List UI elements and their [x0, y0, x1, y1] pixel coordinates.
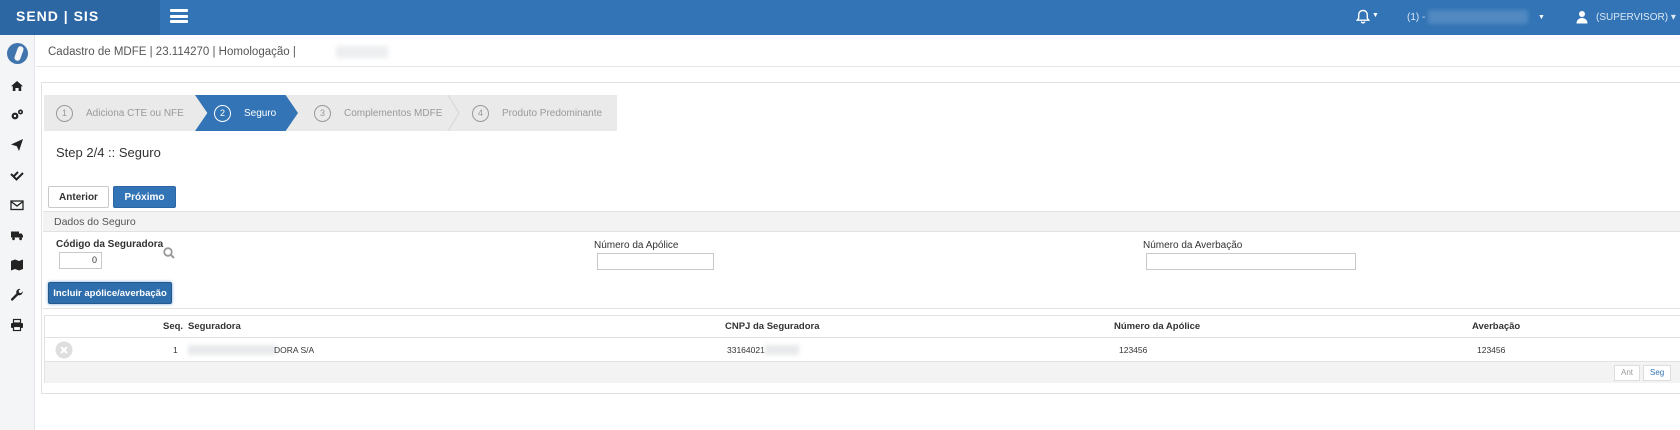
cell-redacted: [765, 345, 799, 355]
cell-cnpj: 33164021: [727, 345, 765, 355]
page-title: Cadastro de MDFE | 23.114270 | Homologaç…: [48, 46, 296, 58]
check-double-icon[interactable]: [10, 168, 24, 182]
step-label: Complementos MDFE: [344, 107, 443, 119]
next-button[interactable]: Próximo: [113, 186, 176, 208]
gears-icon[interactable]: [10, 108, 24, 122]
step-label: Produto Predominante: [502, 107, 603, 119]
envelope-icon[interactable]: [10, 198, 24, 212]
wizard-step-3[interactable]: 3 Complementos MDFE: [314, 95, 442, 131]
user-role: (SUPERVISOR): [1596, 12, 1669, 23]
column-header-apolice[interactable]: Número da Apólice: [1114, 316, 1200, 338]
wizard-step-1[interactable]: 1 Adiciona CTE ou NFE: [56, 95, 184, 131]
step-label: Seguro: [244, 107, 277, 119]
home-icon[interactable]: [10, 79, 24, 93]
truck-icon[interactable]: [10, 228, 24, 242]
include-apolice-button[interactable]: Incluir apólice/averbação: [48, 282, 172, 304]
search-icon[interactable]: [163, 247, 175, 259]
print-icon[interactable]: [10, 318, 24, 332]
divider: [43, 308, 1680, 309]
page-title-redacted: [336, 46, 388, 58]
table-row: 1 DORA S/A 33164021 123456 123456: [45, 338, 1680, 362]
page-header: Cadastro de MDFE | 23.114270 | Homologaç…: [36, 35, 1680, 67]
remove-row-icon[interactable]: [55, 341, 73, 359]
seguro-table: Seq. Seguradora CNPJ da Seguradora Númer…: [44, 315, 1680, 383]
chevron-down-icon[interactable]: ▼: [1538, 14, 1545, 21]
menu-toggle-icon[interactable]: [170, 9, 188, 23]
cell-apolice: 123456: [1119, 345, 1148, 355]
user-menu[interactable]: (SUPERVISOR) ▾: [1596, 0, 1676, 35]
wizard-step-4[interactable]: 4 Produto Predominante: [472, 95, 602, 131]
column-header-cnpj[interactable]: CNPJ da Seguradora: [725, 316, 820, 338]
cell-seq: 1: [173, 345, 178, 355]
top-bar: SEND | SIS ▼ (1) - ▼ (SUPERVISOR) ▾: [0, 0, 1680, 35]
step-label: Adiciona CTE ou NFE: [86, 107, 184, 119]
sidebar: [0, 35, 35, 430]
cell-seguradora: DORA S/A: [274, 345, 315, 355]
wrench-icon[interactable]: [10, 288, 24, 302]
previous-button[interactable]: Anterior: [48, 186, 109, 208]
section-title: Dados do Seguro: [54, 216, 136, 228]
wizard-step-2[interactable]: 2 Seguro: [214, 95, 276, 131]
wizard-separator: [447, 95, 460, 131]
chevron-down-icon[interactable]: ▼: [1372, 12, 1379, 19]
step-number: 3: [314, 104, 331, 122]
send-icon[interactable]: [10, 138, 24, 152]
averbacao-label: Número da Averbação: [1143, 240, 1243, 251]
pager-prev-button[interactable]: Ant: [1614, 365, 1641, 381]
company-name-redacted: [1428, 10, 1528, 24]
column-header-averbacao[interactable]: Averbação: [1472, 316, 1520, 338]
codigo-input[interactable]: 0: [59, 252, 102, 269]
step-number: 4: [472, 104, 489, 122]
codigo-label: Código da Seguradora: [56, 239, 164, 250]
app-logo[interactable]: [7, 43, 28, 64]
averbacao-input[interactable]: [1146, 253, 1356, 270]
section-header: Dados do Seguro: [43, 211, 1680, 232]
table-footer: Ant Seg: [45, 362, 1680, 383]
pager-next-button[interactable]: Seg: [1643, 365, 1672, 381]
cell-redacted: [188, 345, 276, 355]
column-header-seguradora[interactable]: Seguradora: [188, 316, 241, 338]
step-number: 2: [214, 104, 231, 122]
map-icon[interactable]: [10, 258, 24, 272]
user-icon[interactable]: [1576, 10, 1588, 24]
brand-logo[interactable]: SEND | SIS: [0, 0, 160, 35]
table-header: Seq. Seguradora CNPJ da Seguradora Númer…: [45, 316, 1680, 338]
bell-icon[interactable]: [1355, 9, 1371, 25]
column-header-seq[interactable]: Seq.: [163, 316, 183, 338]
company-selector[interactable]: (1) -: [1407, 0, 1425, 35]
step-heading: Step 2/4 :: Seguro: [56, 145, 161, 160]
step-number: 1: [56, 104, 73, 122]
apolice-input[interactable]: [597, 253, 714, 270]
apolice-label: Número da Apólice: [594, 240, 679, 251]
cell-averbacao: 123456: [1477, 345, 1506, 355]
